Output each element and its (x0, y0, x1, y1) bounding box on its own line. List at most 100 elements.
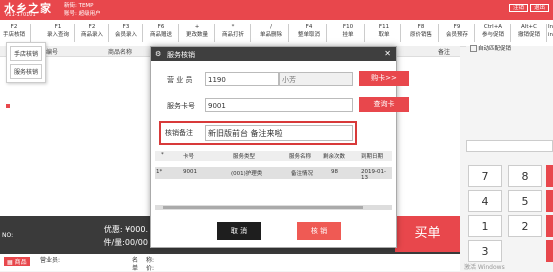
card-label: 服务卡号 (167, 102, 195, 110)
fkey-button[interactable]: F8 原价销售 (406, 23, 439, 43)
checkout-button[interactable]: 买单 (395, 216, 460, 252)
key-3[interactable]: 3 (468, 240, 502, 262)
fkey-button[interactable]: F9 会员预存 (442, 23, 475, 43)
key-7[interactable]: 7 (468, 165, 502, 187)
fkey-button[interactable]: Ins ins (548, 23, 553, 43)
product-tag: ▦ 商品 (4, 257, 30, 266)
cancel-button[interactable]: 取 消 (217, 222, 261, 240)
title-bar: 水乡之家 V11-170101 新街: TEMP 账号: 超级用户 注销 退出 (0, 0, 553, 20)
buy-card-button[interactable]: 购卡>> (359, 71, 409, 86)
key-function-4[interactable] (546, 240, 553, 262)
fkey-button[interactable]: Alt+C 撤销促销 (514, 23, 547, 43)
product-info-bar: ▦ 商品 营业员: 名 称: 单 价: (0, 254, 460, 272)
staff-code-field[interactable]: 1190 (205, 72, 279, 86)
fkey-key: Ins (548, 24, 553, 30)
fkey-label: 整单取消 (297, 32, 320, 38)
fkey-label: 原价销售 (409, 32, 432, 38)
window-controls: 注销 退出 (507, 3, 549, 12)
menu-item-service-verify[interactable]: 服务核销 (10, 64, 42, 79)
exit-button[interactable]: 退出 (529, 4, 549, 12)
fkey-key: F8 (417, 24, 425, 30)
fkey-key: F10 (342, 24, 354, 30)
fkey-label: 商品打折 (221, 32, 244, 38)
note-field[interactable]: 新旧版前台 备注来啦 (205, 125, 353, 141)
col-service: 服务名称 (289, 154, 312, 160)
fkey-button[interactable]: F1 录入查询 (44, 23, 75, 43)
fkey-label: 录入查询 (46, 32, 69, 38)
fkey-button[interactable]: F3 会员录入 (112, 23, 143, 43)
fkey-key: Ctrl+A (483, 24, 503, 30)
col-type: 服务类型 (233, 154, 256, 160)
grid-icon: ▦ (7, 259, 13, 266)
fkey-label: 参与促销 (481, 32, 504, 38)
resize-handle[interactable] (6, 104, 10, 108)
key-2[interactable]: 2 (508, 215, 542, 237)
product-tag-label: 商品 (14, 259, 27, 266)
col-code: 编号 (46, 49, 59, 56)
checkbox-icon[interactable] (470, 45, 477, 52)
table-row[interactable]: 1* 9001 (001)护理类 备注情况 98 2019-01-13 (155, 167, 392, 181)
logout-button[interactable]: 注销 (508, 4, 528, 12)
fkey-button[interactable]: / 单品删除 (256, 23, 289, 43)
col-card: 卡号 (183, 154, 195, 160)
note-label: 核销备注 (165, 129, 193, 137)
fkey-label: 手店核销 (2, 32, 25, 38)
store-info: 新街: TEMP 账号: 超级用户 (64, 2, 101, 18)
scan-input[interactable] (466, 140, 553, 152)
menu-item-store-verify[interactable]: 手店核销 (10, 46, 42, 61)
close-icon[interactable]: ✕ (384, 49, 391, 58)
fkey-button[interactable]: F2 手店核销 (0, 23, 31, 43)
key-4[interactable]: 4 (468, 190, 502, 212)
store-line: 新街: TEMP (64, 3, 94, 9)
dialog-title: 服务核销 (167, 51, 195, 59)
clerk-label: 营业员: (40, 257, 61, 264)
order-no: NO: (2, 232, 14, 239)
col-note: 备注 (438, 49, 451, 56)
fkey-key: * (231, 24, 235, 30)
windows-watermark: 激活 Windows (464, 264, 505, 271)
service-verify-dialog: ⚙ 服务核销 ✕ 营 业 员 1190 小芳 购卡>> 服务卡号 9001 查询… (150, 46, 409, 248)
auto-promo-option[interactable]: 自动匹配促销 (470, 44, 511, 52)
fkey-label: 商品录入 (80, 32, 103, 38)
horizontal-scrollbar[interactable] (155, 205, 392, 210)
fkey-key: / (270, 24, 272, 30)
row-index: 1* (156, 169, 163, 175)
fkey-key: F4 (305, 24, 313, 30)
fkey-button[interactable]: F2 商品录入 (78, 23, 109, 43)
fkey-button[interactable]: + 更改数量 (182, 23, 215, 43)
key-1[interactable]: 1 (468, 215, 502, 237)
key-function-1[interactable] (546, 165, 553, 187)
app-version: V11-170101 (5, 12, 36, 18)
fkey-label: 撤销促销 (517, 32, 540, 38)
fkey-button[interactable]: * 商品打折 (218, 23, 251, 43)
col-remaining: 剩余次数 (323, 154, 346, 160)
fkey-button[interactable]: F6 商品赠送 (146, 23, 179, 43)
fkey-key: F9 (453, 24, 461, 30)
fkey-button[interactable]: F4 整单取消 (294, 23, 327, 43)
key-function-2[interactable] (546, 190, 553, 212)
fkey-button[interactable]: F11 取单 (370, 23, 401, 43)
fkey-key: F3 (122, 24, 130, 30)
fkey-label: 更改数量 (185, 32, 208, 38)
key-5[interactable]: 5 (508, 190, 542, 212)
discount-amount: 优惠: ¥000. (103, 225, 148, 234)
key-function-3[interactable] (546, 215, 553, 237)
query-card-button[interactable]: 查询卡 (359, 97, 409, 112)
gear-icon: ⚙ (155, 50, 162, 58)
card-number-field[interactable]: 9001 (205, 98, 353, 112)
fkey-label: 挂单 (342, 32, 354, 38)
fkey-label: 会员预存 (445, 32, 468, 38)
key-8[interactable]: 8 (508, 165, 542, 187)
staff-label: 营 业 员 (167, 76, 193, 84)
fkey-button[interactable]: F10 挂单 (334, 23, 365, 43)
function-key-bar: F2 手店核销 F1 录入查询 F2 商品录入 F3 会员录入 F6 商品赠送 + 更改数量… (0, 20, 553, 47)
fkey-label: 会员录入 (114, 32, 137, 38)
scrollbar-thumb[interactable] (163, 206, 363, 209)
col-star: * (161, 152, 164, 158)
fkey-button[interactable]: Ctrl+A 参与促销 (478, 23, 511, 43)
account-line: 账号: 超级用户 (64, 11, 101, 17)
verify-popup-menu: 手店核销 服务核销 (6, 42, 46, 83)
verify-button[interactable]: 核 销 (297, 222, 341, 240)
fkey-label: 商品赠送 (149, 32, 172, 38)
right-panel (466, 46, 553, 271)
